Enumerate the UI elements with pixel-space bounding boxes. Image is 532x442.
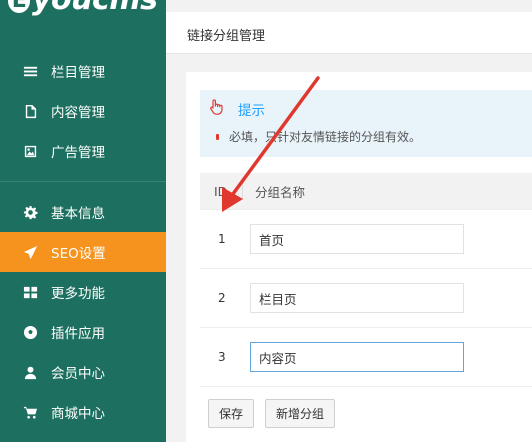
tip-text: 必填，只针对友情链接的分组有效。 xyxy=(229,130,422,144)
add-group-button[interactable]: 新增分组 xyxy=(265,399,336,428)
gear-icon xyxy=(22,204,38,220)
grid-icon xyxy=(22,284,38,300)
row-id: 3 xyxy=(218,350,226,364)
tip-body: 必填，只针对友情链接的分组有效。 xyxy=(216,128,421,145)
table-row: 1 xyxy=(200,210,532,269)
sidebar-item-column-manage[interactable]: 栏目管理 xyxy=(0,51,166,91)
paper-plane-icon xyxy=(22,244,38,260)
tip-header: 提示 xyxy=(208,98,265,120)
tip-title: 提示 xyxy=(238,103,265,119)
sidebar-item-content-manage[interactable]: 内容管理 xyxy=(0,91,166,131)
table-row: 3 xyxy=(200,328,532,387)
soccer-ball-icon xyxy=(22,324,38,340)
sidebar-item-ad-manage[interactable]: 广告管理 xyxy=(0,131,166,171)
main-area: 链接分组管理 提示 必填，只针对友情链接的分组有效。 ID 分组名称 1 首页 … xyxy=(166,0,532,442)
sidebar-divider xyxy=(0,181,166,182)
sidebar-item-label: 广告管理 xyxy=(51,145,105,161)
sidebar-item-label: 栏目管理 xyxy=(51,65,105,81)
save-button[interactable]: 保存 xyxy=(208,399,255,428)
sidebar: Eyoucms 栏目管理 内容管理 广告管理 基本信息 xyxy=(0,0,166,442)
content-panel: 提示 必填，只针对友情链接的分组有效。 ID 分组名称 1 2 3 xyxy=(186,72,532,442)
group-table: ID 分组名称 1 2 3 xyxy=(200,173,532,387)
sidebar-item-plugins[interactable]: 插件应用 xyxy=(0,312,166,352)
sidebar-item-seo-settings[interactable]: SEO设置 xyxy=(0,232,166,272)
page-header: 链接分组管理 xyxy=(166,12,532,54)
user-icon xyxy=(22,364,38,380)
sidebar-item-label: 基本信息 xyxy=(51,206,105,222)
group-name-input[interactable] xyxy=(250,283,464,313)
pointing-hand-icon xyxy=(208,98,226,120)
row-id: 1 xyxy=(218,232,226,246)
document-icon xyxy=(22,103,38,119)
sidebar-item-member-center[interactable]: 会员中心 xyxy=(0,352,166,392)
column-header-name: 分组名称 xyxy=(255,184,306,200)
top-bar xyxy=(166,0,532,12)
nav-group-settings: 基本信息 SEO设置 更多功能 插件应用 会员中心 商城中心 xyxy=(0,192,166,432)
table-row: 2 xyxy=(200,269,532,328)
tip-box: 提示 必填，只针对友情链接的分组有效。 xyxy=(200,90,532,157)
table-header: ID 分组名称 xyxy=(200,173,532,210)
cart-icon xyxy=(22,404,38,420)
row-id: 2 xyxy=(218,291,226,305)
sidebar-item-label: 商城中心 xyxy=(51,406,105,422)
action-bar: 保存 新增分组 xyxy=(208,399,346,428)
group-name-input[interactable] xyxy=(250,342,464,372)
sidebar-item-label: 会员中心 xyxy=(51,366,105,382)
sidebar-item-mall-center[interactable]: 商城中心 xyxy=(0,392,166,432)
logo-text: youcms xyxy=(32,0,158,17)
tip-bullet xyxy=(216,133,219,140)
sidebar-item-label: SEO设置 xyxy=(51,246,106,262)
column-header-id: ID xyxy=(214,183,228,199)
sidebar-item-more-features[interactable]: 更多功能 xyxy=(0,272,166,312)
sidebar-item-label: 更多功能 xyxy=(51,286,105,302)
sidebar-item-basic-info[interactable]: 基本信息 xyxy=(0,192,166,232)
logo-letter: E xyxy=(8,0,30,13)
page-title: 链接分组管理 xyxy=(187,29,266,44)
group-name-input[interactable] xyxy=(250,224,464,254)
logo[interactable]: Eyoucms xyxy=(0,0,166,30)
sidebar-item-label: 插件应用 xyxy=(51,326,105,342)
list-icon xyxy=(22,63,38,79)
nav-group-content: 栏目管理 内容管理 广告管理 xyxy=(0,51,166,171)
image-icon xyxy=(22,143,38,159)
sidebar-item-label: 内容管理 xyxy=(51,105,105,121)
